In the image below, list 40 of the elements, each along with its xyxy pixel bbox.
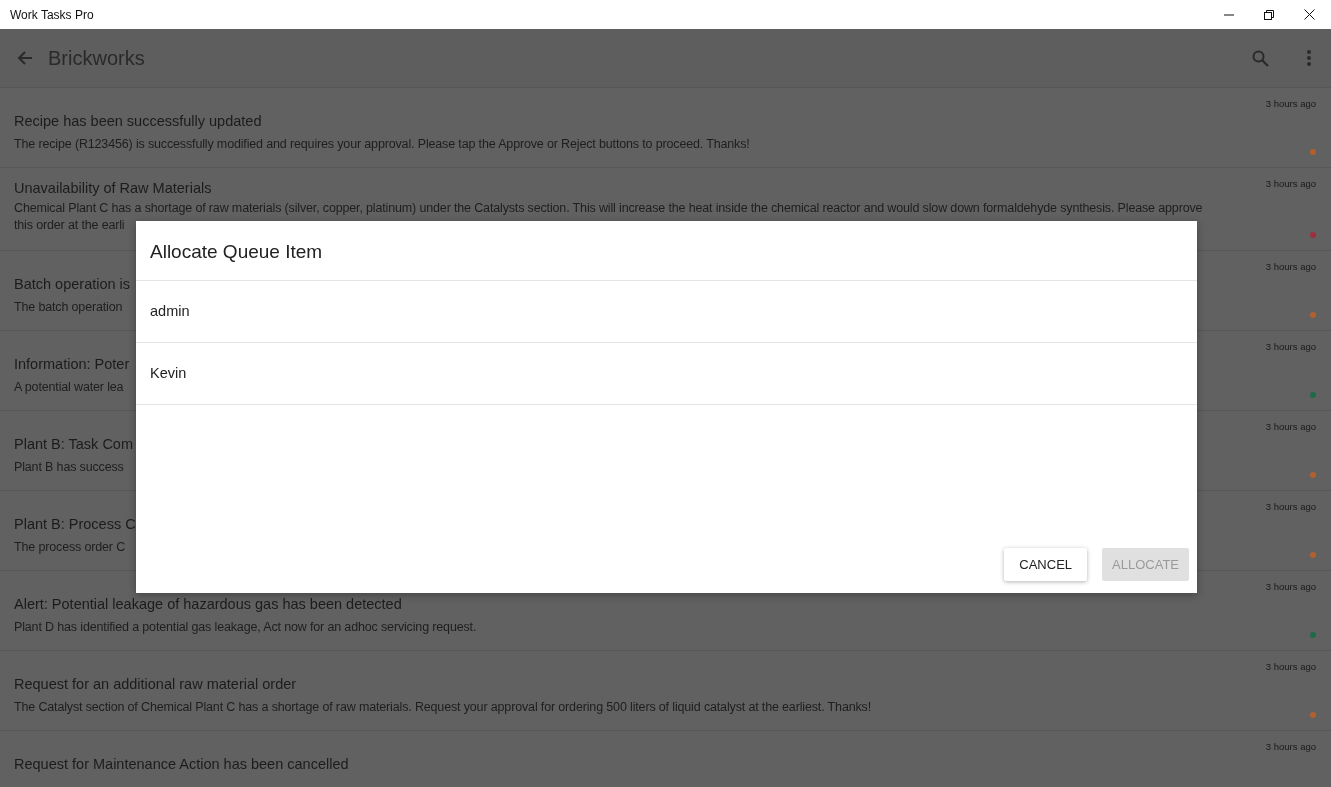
notification-title: Request for an additional raw material order (14, 676, 297, 692)
window-title: Work Tasks Pro (10, 7, 94, 22)
notification-text: Chemical Plant C has a shortage of raw materials (silver, copper, platinum) under the Catalysts section. This will increase the heat inside the chemical reactor and would slow down formaldehyde synthesis. Please approve (14, 200, 1203, 217)
notification-text: The recipe (R123456) is successfully modified and requires your approval. Please tap the Approve or Reject buttons to proceed. Thanks! (14, 136, 750, 153)
notification-text: Plant D has identified a potential gas leakage, Act now for an adhoc servicing request. (14, 619, 477, 636)
notification-text: The batch operation (14, 299, 123, 316)
notification-title: Alert: Potential leakage of hazardous gas has been detected (14, 596, 402, 612)
close-icon[interactable] (1304, 9, 1315, 20)
dialog-button[interactable]: CANCEL (1004, 548, 1088, 581)
notification-title: Batch operation is (14, 276, 131, 292)
timestamp: 3 hours ago (1265, 501, 1316, 512)
notification-title: Plant B: Process C (14, 516, 136, 532)
more-options-icon[interactable] (1307, 50, 1311, 66)
timestamp: 3 hours ago (1265, 741, 1316, 752)
timestamp: 3 hours ago (1265, 421, 1316, 432)
user-option[interactable]: Kevin (136, 343, 1197, 405)
search-icon[interactable] (1252, 49, 1269, 67)
timestamp: 3 hours ago (1265, 261, 1316, 272)
notification-title: Request for Maintenance Action has been cancelled (14, 756, 349, 772)
timestamp: 3 hours ago (1265, 341, 1316, 352)
notification-item[interactable]: Request for Maintenance Action has been cancelled 3 hours ago (0, 731, 1331, 787)
notification-text: The Catalyst section of Chemical Plant C has a shortage of raw materials. Request your approval for ordering 500 liters of liquid catalyst at the earliest. Thanks! (14, 699, 871, 716)
minimize-icon[interactable] (1224, 13, 1234, 16)
notification-text: Plant B has success (14, 459, 124, 476)
notification-title: Information: Poter (14, 356, 130, 372)
notification-text: A potential water lea (14, 379, 124, 396)
notification-title: Unavailability of Raw Materials (14, 180, 212, 196)
restore-icon[interactable] (1264, 9, 1274, 20)
notification-title: Plant B: Task Com (14, 436, 133, 452)
timestamp: 3 hours ago (1265, 178, 1316, 189)
notification-text: this order at the earli (14, 217, 125, 234)
back-arrow-icon[interactable] (17, 50, 33, 66)
timestamp: 3 hours ago (1265, 98, 1316, 109)
dialog-title: Allocate Queue Item (136, 221, 1197, 281)
timestamp: 3 hours ago (1265, 661, 1316, 672)
notification-title: Recipe has been successfully updated (14, 113, 262, 129)
timestamp: 3 hours ago (1265, 581, 1316, 592)
notification-item[interactable]: Recipe has been successfully updated The recipe (R123456) is successfully modified and requires your approval. Please tap the Approve or Reject buttons to proceed. Thanks! 3 hours ago (0, 88, 1331, 168)
notification-text: The process order C (14, 539, 126, 556)
user-option[interactable]: admin (136, 281, 1197, 343)
